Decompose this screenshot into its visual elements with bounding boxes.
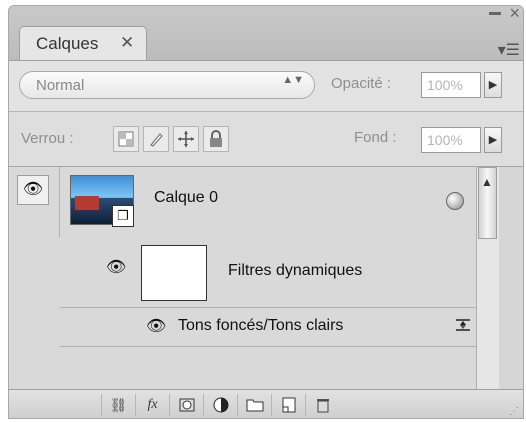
layer-visibility-toggle[interactable]: 👁 — [17, 175, 49, 205]
filter-item-row[interactable]: 👁 Tons foncés/Tons clairs — [60, 308, 476, 347]
blend-options-row: Normal ▲▼ Opacité : 100% ▶ — [9, 61, 523, 112]
thumbnail-detail — [75, 196, 99, 210]
lock-position-icon[interactable] — [173, 126, 199, 152]
right-gutter — [499, 167, 523, 389]
panel-titlebar: Calques ✕ × ▾☰ — [9, 6, 523, 61]
layers-list: 👁 ❐ Calque 0 👁 Filtres dynamiques 👁 Tons… — [9, 167, 476, 389]
layer-row[interactable]: ❐ Calque 0 — [60, 167, 476, 237]
close-icon[interactable]: × — [509, 6, 520, 24]
delete-layer-icon[interactable] — [305, 394, 339, 416]
fill-slider-button[interactable]: ▶ — [484, 127, 502, 153]
filter-mask-thumbnail[interactable] — [141, 245, 207, 301]
lock-transparent-pixels-icon[interactable] — [113, 126, 139, 152]
tab-layers[interactable]: Calques ✕ — [19, 26, 147, 60]
layers-panel: Calques ✕ × ▾☰ Normal ▲▼ Opacité : 100% … — [8, 5, 524, 419]
empty-area — [9, 347, 476, 389]
tab-close-icon[interactable]: ✕ — [120, 33, 134, 53]
opacity-input[interactable]: 100% — [421, 72, 481, 98]
layer-name[interactable]: Calque 0 — [154, 189, 218, 207]
blend-mode-value: Normal — [36, 77, 85, 94]
smart-filters-eye-icon[interactable]: 👁 — [106, 257, 126, 277]
fill-label: Fond : — [354, 129, 397, 146]
fill-input[interactable]: 100% — [421, 127, 481, 153]
lock-image-pixels-icon[interactable] — [143, 126, 169, 152]
layer-style-fx-icon[interactable]: fx — [135, 394, 169, 416]
minimize-icon[interactable] — [489, 12, 501, 15]
add-mask-icon[interactable] — [169, 394, 203, 416]
opacity-slider-button[interactable]: ▶ — [484, 72, 502, 98]
opacity-label: Opacité : — [331, 75, 392, 92]
eye-icon: 👁 — [22, 181, 44, 198]
filter-item-label: Tons foncés/Tons clairs — [178, 317, 344, 334]
layers-scrollbar[interactable]: ▲ — [476, 167, 499, 389]
link-layers-icon[interactable]: ⛓ — [101, 394, 135, 416]
lock-all-icon[interactable] — [203, 126, 229, 152]
new-group-icon[interactable] — [237, 394, 271, 416]
smart-filters-label: Filtres dynamiques — [228, 262, 363, 279]
smart-object-icon: ❐ — [112, 205, 134, 227]
blend-mode-select[interactable]: Normal ▲▼ — [19, 71, 315, 99]
adjustment-layer-icon[interactable] — [203, 394, 237, 416]
tab-label: Calques — [36, 34, 99, 53]
lock-label: Verrou : — [21, 130, 74, 147]
smart-filters-row[interactable]: 👁 Filtres dynamiques — [60, 237, 476, 308]
filter-blending-options-icon[interactable] — [453, 318, 473, 336]
filter-eye-icon[interactable]: 👁 — [146, 316, 166, 336]
smart-filter-indicator-icon[interactable] — [446, 192, 464, 210]
select-arrows-icon: ▲▼ — [282, 74, 304, 86]
resize-grip-icon[interactable]: ⋰ — [509, 406, 519, 417]
panel-menu-icon[interactable]: ▾☰ — [498, 40, 520, 60]
bottom-toolbar: ⛓ fx ⋰ — [9, 389, 523, 418]
scroll-up-icon[interactable]: ▲ — [481, 175, 493, 189]
new-layer-icon[interactable] — [271, 394, 305, 416]
lock-options-row: Verrou : Fond : 100% ▶ — [9, 112, 523, 167]
visibility-column: 👁 — [9, 167, 60, 237]
